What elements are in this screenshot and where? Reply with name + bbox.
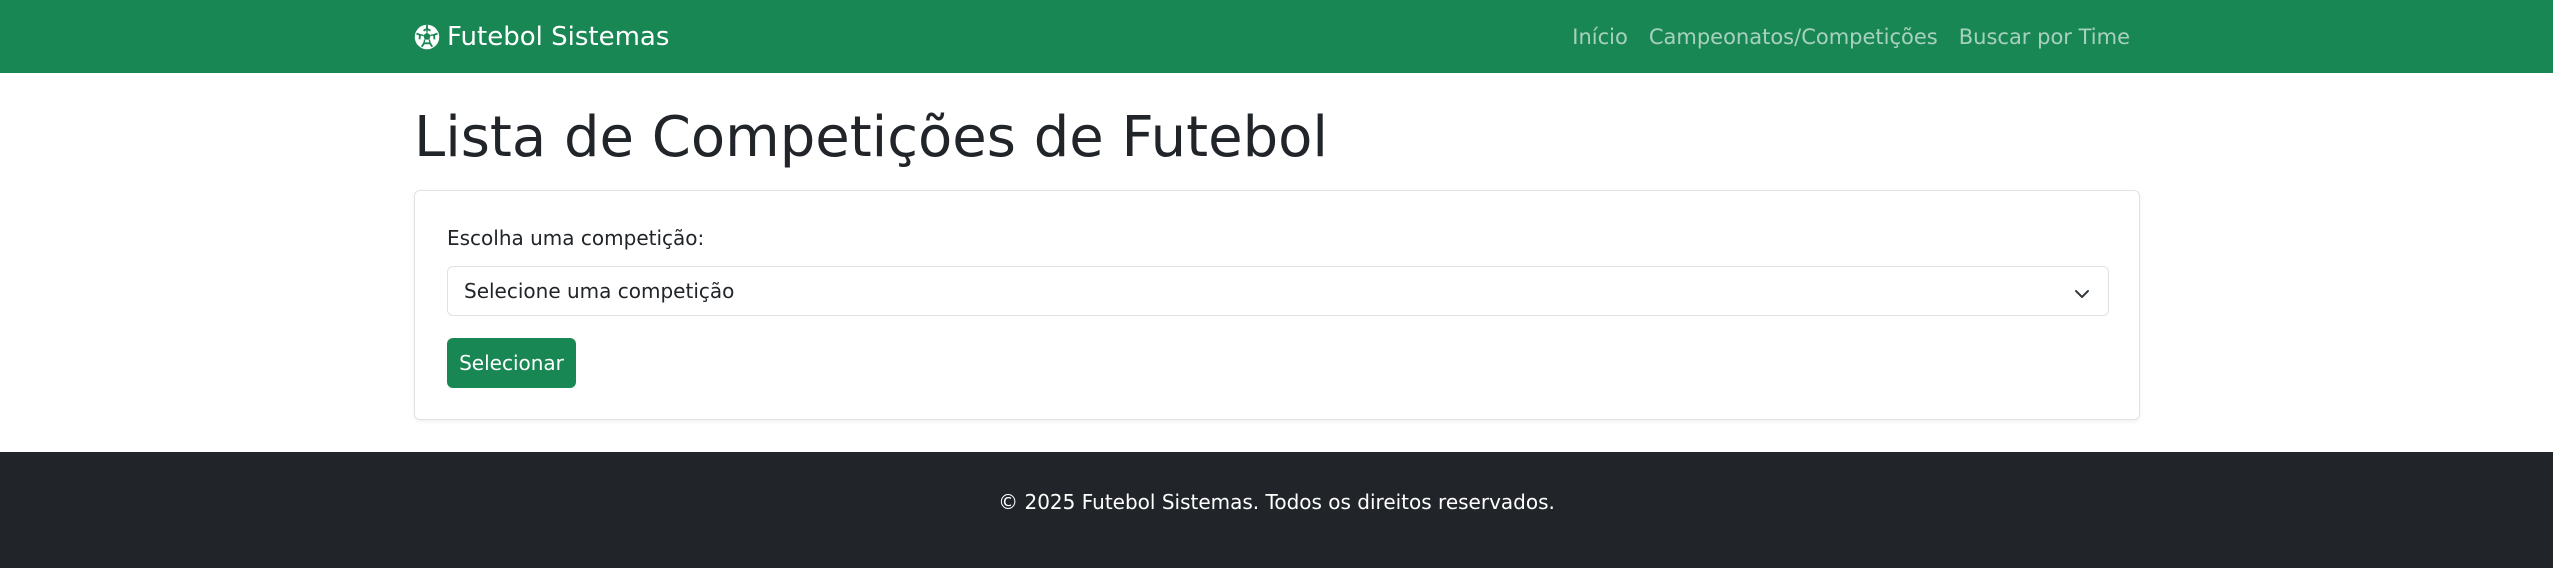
navbar: Futebol Sistemas Início Campeonatos/Comp… — [0, 0, 2553, 73]
nav-link-inicio[interactable]: Início — [1572, 25, 1628, 49]
footer: © 2025 Futebol Sistemas. Todos os direit… — [0, 452, 2553, 568]
select-button[interactable]: Selecionar — [447, 338, 576, 388]
competition-select-label: Escolha uma competição: — [447, 226, 705, 250]
chevron-down-icon — [2074, 283, 2090, 299]
competition-select-value: Selecione uma competição — [464, 279, 735, 303]
soccer-ball-icon — [413, 23, 441, 51]
competition-select[interactable]: Selecione uma competição — [447, 266, 2109, 316]
competition-form-card: Escolha uma competição: Selecione uma co… — [414, 190, 2140, 420]
brand-link[interactable]: Futebol Sistemas — [413, 0, 669, 73]
brand-label: Futebol Sistemas — [447, 21, 670, 52]
footer-copyright: © 2025 Futebol Sistemas. Todos os direit… — [998, 490, 1555, 514]
nav-link-campeonatos[interactable]: Campeonatos/Competições — [1649, 25, 1938, 49]
nav-links: Início Campeonatos/Competições Buscar po… — [1572, 0, 2130, 73]
page-title: Lista de Competições de Futebol — [414, 105, 1328, 170]
nav-link-buscar-time[interactable]: Buscar por Time — [1959, 25, 2130, 49]
